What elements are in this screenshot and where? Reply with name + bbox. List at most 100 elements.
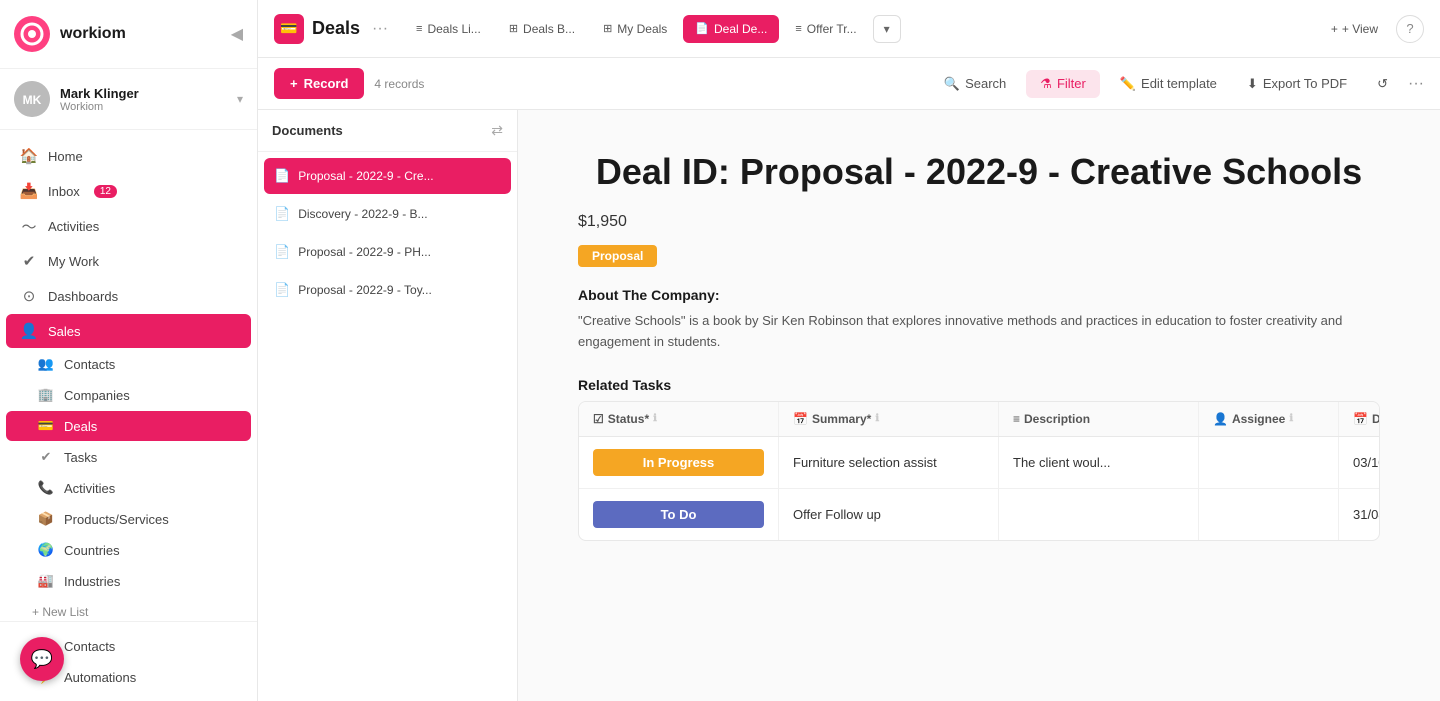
sidebar-header: workiom ◀ [0,0,257,69]
add-view-button[interactable]: + + View [1321,16,1388,42]
company-description: "Creative Schools" is a book by Sir Ken … [578,311,1380,353]
search-icon: 🔍 [944,76,960,92]
sidebar-item-label: Deals [64,419,97,434]
tab-my-deals[interactable]: ⊞ My Deals [591,15,679,43]
plus-icon: + [1331,22,1338,36]
tab-label: Deal De... [714,22,767,36]
sidebar-item-label: Activities [48,219,99,234]
th-label: Description [1024,412,1090,426]
home-icon: 🏠 [20,147,38,165]
status-icon: ☑ [593,412,604,426]
sidebar-item-label: Contacts [64,357,115,372]
more-options-icon[interactable]: ··· [372,20,388,38]
user-info: Mark Klinger Workiom [60,86,227,113]
export-pdf-button[interactable]: ⬇ Export To PDF [1237,70,1357,98]
sidebar-item-label: Home [48,149,83,164]
sidebar-item-mywork[interactable]: ✔ My Work [6,244,251,278]
document-item[interactable]: 📄 Proposal - 2022-9 - Toy... [264,272,511,308]
edit-icon: ✏️ [1120,76,1136,92]
record-label: Record [304,76,349,91]
search-button[interactable]: 🔍 Search [934,70,1016,98]
sidebar-item-home[interactable]: 🏠 Home [6,139,251,173]
tab-deals-board[interactable]: ⊞ Deals B... [497,15,587,43]
my-deals-icon: ⊞ [603,22,612,35]
deal-price: $1,950 [578,213,1380,231]
sidebar-item-activities-sub[interactable]: 📞 Activities [6,473,251,503]
new-list-button[interactable]: + New List [0,597,257,621]
about-company-label: About The Company: [578,287,1380,303]
tabs-container: ≡ Deals Li... ⊞ Deals B... ⊞ My Deals 📄 … [404,15,1313,43]
tab-label: Offer Tr... [807,22,857,36]
search-label: Search [965,76,1006,91]
edit-template-button[interactable]: ✏️ Edit template [1110,70,1227,98]
document-name: Proposal - 2022-9 - Cre... [298,169,433,183]
sidebar-item-activities[interactable]: 〜 Activities [6,209,251,243]
th-status: ☑ Status* ℹ [579,402,779,436]
tab-label: Deals Li... [427,22,480,36]
tab-label: My Deals [617,22,667,36]
summary-value: Offer Follow up [793,507,881,522]
document-item[interactable]: 📄 Proposal - 2022-9 - Cre... [264,158,511,194]
th-label: Status* [608,412,649,426]
sidebar-item-dashboards[interactable]: ⊙ Dashboards [6,279,251,313]
table-row: To Do Offer Follow up 31/08/2024 [579,489,1379,540]
industries-icon: 🏭 [38,573,54,589]
toolbar: + Record 4 records 🔍 Search ⚗ Filter ✏️ … [258,58,1440,110]
desc-icon: ≡ [1013,412,1020,426]
offer-icon: ≡ [795,23,801,35]
td-status: To Do [579,489,779,540]
documents-collapse-button[interactable]: ⇄ [491,122,503,139]
mywork-icon: ✔ [20,252,38,270]
sidebar-item-label: Tasks [64,450,97,465]
record-button[interactable]: + Record [274,68,364,99]
tab-deals-list[interactable]: ≡ Deals Li... [404,15,493,43]
help-button[interactable]: ? [1396,15,1424,43]
tasks-table-header: ☑ Status* ℹ 📅 Summary* ℹ ≡ Description [579,402,1379,437]
related-tasks-label: Related Tasks [578,377,1380,393]
filter-label: Filter [1057,76,1086,91]
duedate-value: 03/10/2024 [1353,455,1380,470]
tasks-icon: ✔ [38,449,54,465]
sidebar: workiom ◀ MK Mark Klinger Workiom ▾ 🏠 Ho… [0,0,258,701]
documents-header: Documents ⇄ [258,110,517,152]
chat-button[interactable]: 💬 [20,637,64,681]
sidebar-item-label: Inbox [48,184,80,199]
tab-deal-detail[interactable]: 📄 Deal De... [683,15,779,43]
sidebar-item-tasks[interactable]: ✔ Tasks [6,442,251,472]
td-assignee [1199,489,1339,540]
sidebar-item-inbox[interactable]: 📥 Inbox 12 [6,174,251,208]
calendar-icon: 📅 [793,412,808,426]
sidebar-collapse-button[interactable]: ◀ [231,24,243,44]
tab-offer-tr[interactable]: ≡ Offer Tr... [783,15,868,43]
brand-name: workiom [60,25,126,43]
sidebar-item-label: My Work [48,254,99,269]
sidebar-item-countries[interactable]: 🌍 Countries [6,535,251,565]
more-actions-icon[interactable]: ··· [1408,75,1424,93]
filter-button[interactable]: ⚗ Filter [1026,70,1100,98]
user-company: Workiom [60,101,227,113]
sidebar-item-contacts[interactable]: 👥 Contacts [6,349,251,379]
documents-panel: Documents ⇄ 📄 Proposal - 2022-9 - Cre...… [258,110,518,701]
inbox-badge: 12 [94,185,117,198]
sidebar-item-deals[interactable]: 💳 Deals [6,411,251,441]
td-description [999,489,1199,540]
document-name: Proposal - 2022-9 - Toy... [298,283,432,297]
sidebar-item-industries[interactable]: 🏭 Industries [6,566,251,596]
user-profile[interactable]: MK Mark Klinger Workiom ▾ [0,69,257,130]
refresh-button[interactable]: ↺ [1367,70,1398,98]
sidebar-item-label: Countries [64,543,120,558]
sidebar-item-sales[interactable]: 👤 Sales [6,314,251,348]
sidebar-item-companies[interactable]: 🏢 Companies [6,380,251,410]
sidebar-item-label: Industries [64,574,120,589]
sidebar-item-products[interactable]: 📦 Products/Services [6,504,251,534]
tab-more-button[interactable]: ▾ [873,15,901,43]
document-item[interactable]: 📄 Proposal - 2022-9 - PH... [264,234,511,270]
refresh-icon: ↺ [1377,76,1388,92]
td-assignee [1199,437,1339,488]
th-label: Due Date [1372,412,1380,426]
th-duedate: 📅 Due Date ℹ [1339,402,1380,436]
document-item[interactable]: 📄 Discovery - 2022-9 - B... [264,196,511,232]
th-label: Summary* [812,412,871,426]
activities-icon: 〜 [20,217,38,235]
table-row: In Progress Furniture selection assist T… [579,437,1379,489]
